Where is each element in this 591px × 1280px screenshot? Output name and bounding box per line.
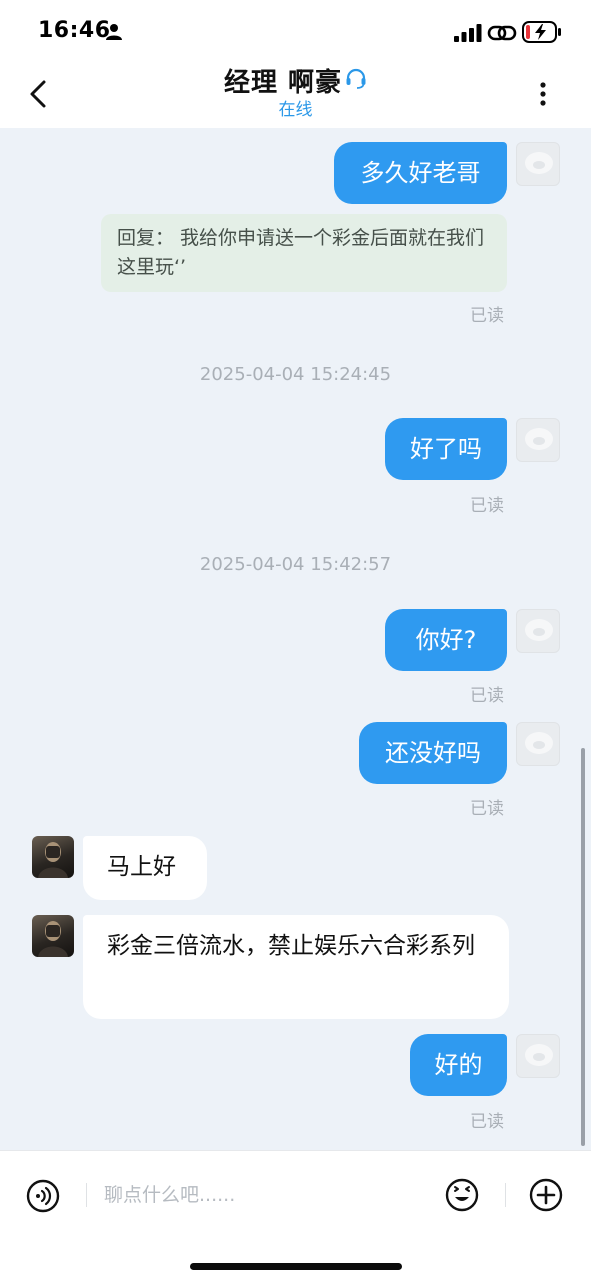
- link-icon: [487, 25, 517, 41]
- chat-title: 经理 啊豪: [223, 68, 343, 98]
- status-bar: 16:46: [0, 0, 591, 62]
- self-avatar[interactable]: [516, 722, 560, 766]
- self-avatar[interactable]: [516, 418, 560, 462]
- message-input[interactable]: [104, 1175, 424, 1215]
- message-bubble-incoming[interactable]: 马上好: [83, 836, 207, 900]
- read-receipt: 已读: [470, 306, 504, 326]
- contact-avatar[interactable]: [32, 836, 74, 878]
- plus-button[interactable]: [529, 1178, 563, 1216]
- online-status: 在线: [278, 100, 313, 120]
- input-bar: [0, 1150, 591, 1280]
- battery-icon: [522, 21, 561, 43]
- message-bubble-outgoing[interactable]: 你好?: [385, 609, 507, 671]
- emoji-button[interactable]: [445, 1178, 479, 1216]
- divider: [86, 1183, 87, 1207]
- scrollbar[interactable]: [581, 748, 585, 1146]
- more-icon: [540, 82, 546, 106]
- plus-icon: [529, 1178, 563, 1212]
- read-receipt: 已读: [470, 496, 504, 516]
- voice-icon: [26, 1179, 60, 1213]
- read-receipt: 已读: [470, 1112, 504, 1132]
- person-icon: [106, 24, 122, 40]
- chat-header: 经理 啊豪 在线: [0, 62, 591, 128]
- chat-area[interactable]: 多久好老哥 回复： 我给你申请送一个彩金后面就在我们这里玩‘’ 已读 2025-…: [0, 128, 591, 1150]
- self-avatar[interactable]: [516, 142, 560, 186]
- message-bubble-outgoing[interactable]: 好了吗: [385, 418, 507, 480]
- emoji-icon: [445, 1178, 479, 1212]
- self-avatar[interactable]: [516, 609, 560, 653]
- headset-icon: [346, 68, 366, 89]
- contact-avatar[interactable]: [32, 915, 74, 957]
- message-bubble-outgoing[interactable]: 还没好吗: [359, 722, 507, 784]
- reply-quote[interactable]: 回复： 我给你申请送一个彩金后面就在我们这里玩‘’: [101, 214, 507, 292]
- status-time: 16:46: [38, 18, 111, 43]
- timestamp: 2025-04-04 15:24:45: [199, 364, 392, 385]
- voice-button[interactable]: [26, 1179, 60, 1217]
- timestamp: 2025-04-04 15:42:57: [199, 554, 392, 575]
- message-bubble-outgoing[interactable]: 多久好老哥: [334, 142, 507, 204]
- message-bubble-incoming[interactable]: 彩金三倍流水，禁止娱乐六合彩系列: [83, 915, 509, 1019]
- home-indicator[interactable]: [190, 1263, 402, 1270]
- more-button[interactable]: [530, 80, 556, 110]
- self-avatar[interactable]: [516, 1034, 560, 1078]
- read-receipt: 已读: [470, 686, 504, 706]
- divider: [505, 1183, 506, 1207]
- message-bubble-outgoing[interactable]: 好的: [410, 1034, 507, 1096]
- read-receipt: 已读: [470, 799, 504, 819]
- signal-icon: [454, 24, 482, 42]
- title-wrap: 经理 啊豪: [0, 62, 591, 99]
